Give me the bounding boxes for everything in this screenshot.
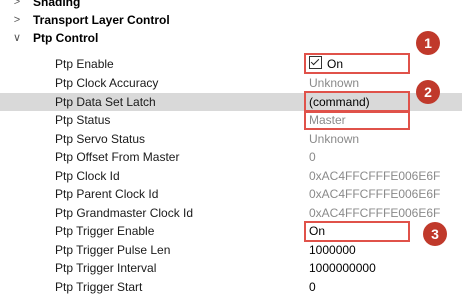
property-row-ptp-trigger-start[interactable]: Ptp Trigger Start 0 [0,278,462,296]
highlight-box-ptp-data-set-latch [304,91,410,112]
property-value: Unknown [309,132,360,146]
property-row-ptp-clock-id[interactable]: Ptp Clock Id 0xAC4FFCFFFE006E6F [0,167,462,185]
property-name: Ptp Trigger Pulse Len [55,243,171,257]
property-name: Ptp Status [55,113,111,127]
highlight-box-ptp-enable [304,53,410,74]
property-name: Ptp Offset From Master [55,150,180,164]
group-label: Transport Layer Control [33,13,170,27]
property-row-ptp-grandmaster-clock-id[interactable]: Ptp Grandmaster Clock Id 0xAC4FFCFFFE006… [0,204,462,222]
annotation-badge-1: 1 [416,31,440,55]
property-value: 0 [309,150,316,164]
property-value: 0xAC4FFCFFFE006E6F [309,169,441,183]
highlight-box-ptp-trigger-enable [304,221,410,242]
group-label: Ptp Control [33,31,99,45]
chevron-right-icon[interactable]: > [11,11,23,29]
property-value[interactable]: 1000000 [309,241,356,259]
property-row-ptp-trigger-pulse-len[interactable]: Ptp Trigger Pulse Len 1000000 [0,241,462,259]
property-name: Ptp Enable [55,57,114,71]
property-value: Unknown [309,76,360,90]
property-row-ptp-offset-from-master[interactable]: Ptp Offset From Master 0 [0,148,462,166]
annotation-badge-3: 3 [423,222,447,246]
property-name: Ptp Servo Status [55,132,146,146]
property-name: Ptp Data Set Latch [55,95,156,109]
property-value[interactable]: 1000000000 [309,259,376,277]
property-name: Ptp Trigger Start [55,280,143,294]
property-value[interactable]: 0 [309,278,316,296]
property-row-ptp-servo-status[interactable]: Ptp Servo Status Unknown [0,130,462,148]
property-name: Ptp Trigger Enable [55,224,155,238]
property-name: Ptp Clock Id [55,169,120,183]
property-name: Ptp Trigger Interval [55,261,157,275]
property-name: Ptp Clock Accuracy [55,76,159,90]
chevron-down-icon[interactable]: ∨ [11,29,23,47]
property-name: Ptp Parent Clock Id [55,187,159,201]
property-row-ptp-clock-accuracy[interactable]: Ptp Clock Accuracy Unknown [0,74,462,92]
group-label: Shading [33,0,81,9]
highlight-box-ptp-status [304,111,410,130]
property-name: Ptp Grandmaster Clock Id [55,206,194,220]
property-value: 0xAC4FFCFFFE006E6F [309,187,441,201]
property-value: 0xAC4FFCFFFE006E6F [309,206,441,220]
chevron-right-icon[interactable]: > [11,0,23,11]
annotation-badge-2: 2 [416,80,440,104]
property-row-ptp-parent-clock-id[interactable]: Ptp Parent Clock Id 0xAC4FFCFFFE006E6F [0,185,462,203]
property-row-ptp-trigger-interval[interactable]: Ptp Trigger Interval 1000000000 [0,259,462,277]
